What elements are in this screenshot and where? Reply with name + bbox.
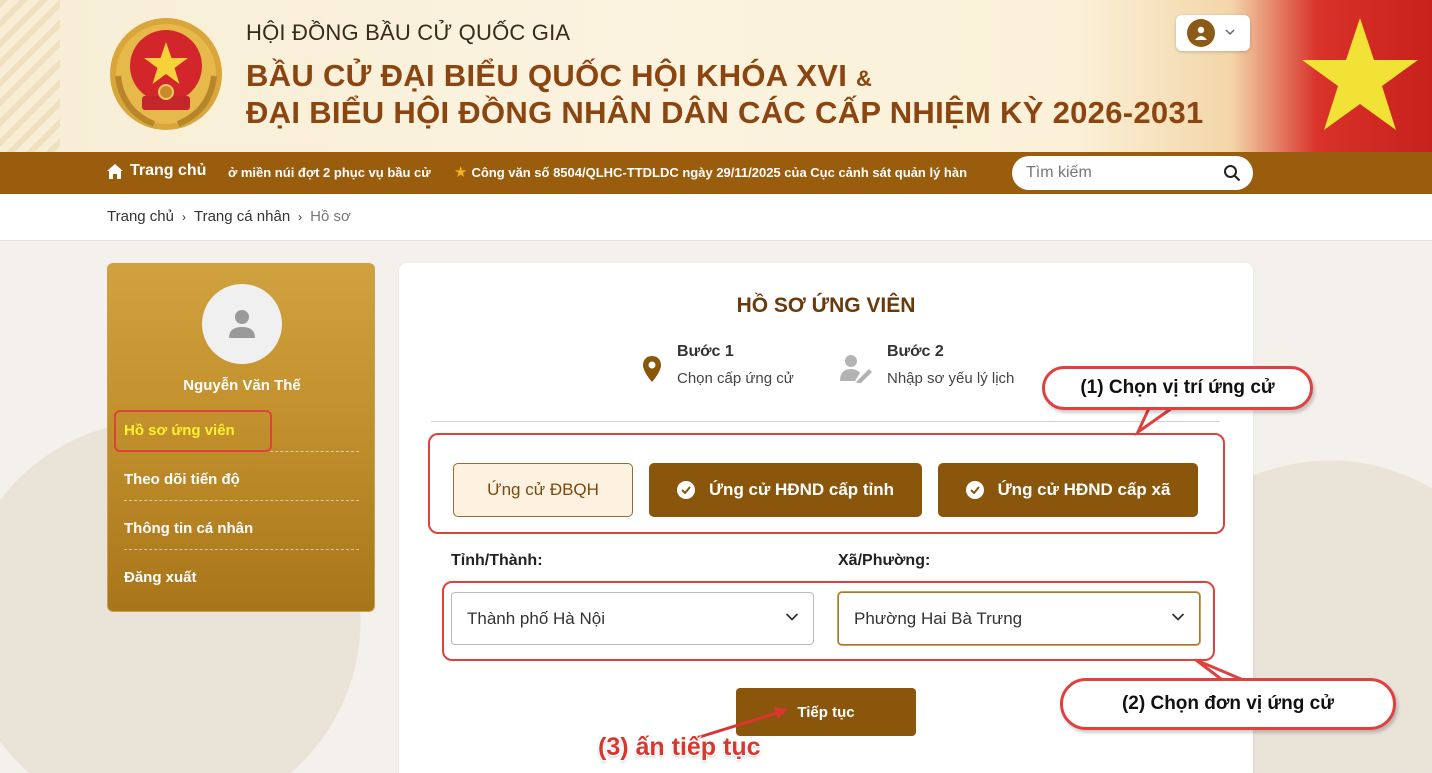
news-ticker: ở miền núi đợt 2 phục vụ bầu cử ★ Công vă… [228,152,980,194]
breadcrumb-bar: Trang chủ › Trang cá nhân › Hồ sơ [0,194,1432,241]
sidebar-item-personal-info[interactable]: Thông tin cá nhân [124,520,359,550]
map-pin-icon [643,356,661,382]
step-1-subtitle: Chọn cấp ứng cử [677,370,794,387]
national-emblem-icon [110,18,222,130]
header-org-title: HỘI ĐỒNG BẦU CỬ QUỐC GIA [246,20,571,45]
star-icon: ★ [454,164,468,181]
annotation-callout-3: (3) ấn tiếp tục [598,733,761,761]
user-icon [229,310,255,338]
page-title: HỒ SƠ ỨNG VIÊN [736,294,916,317]
sidebar-item-progress[interactable]: Theo dõi tiến độ [124,471,359,501]
step-2-title: Bước 2 [887,343,944,360]
flag-star-icon [1302,18,1418,130]
header-title-line1: BẦU CỬ ĐẠI BIỂU QUỐC HỘI KHÓA XVI & [246,58,872,94]
step-1-title: Bước 1 [677,343,734,360]
site-header: HỘI ĐỒNG BẦU CỬ QUỐC GIA BẦU CỬ ĐẠI BIỂU… [0,0,1432,152]
step-1: Bước 1 Chọn cấp ứng cử [641,343,794,387]
sidebar-item-logout[interactable]: Đăng xuất [124,569,359,598]
user-edit-icon [840,355,872,383]
annotation-callout-2: (2) Chọn đơn vị ứng cử [1060,678,1396,730]
step-2-subtitle: Nhập sơ yếu lý lịch [887,370,1015,387]
breadcrumb-home[interactable]: Trang chủ [107,208,174,225]
ward-label: Xã/Phường: [838,552,931,569]
ticker-item-text: Công văn số 8504/QLHC-TTDLDC ngày 29/11/… [471,165,968,180]
chevron-down-icon [1225,28,1235,39]
header-title-line2: ĐẠI BIỂU HỘI ĐỒNG NHÂN DÂN CÁC CẤP NHIỆM… [246,95,1204,130]
step-2: Bước 2 Nhập sơ yếu lý lịch [839,343,1014,387]
header-ampersand: & [856,66,873,91]
breadcrumb: Trang chủ › Trang cá nhân › Hồ sơ [107,208,351,225]
header-title-text: BẦU CỬ ĐẠI BIỂU QUỐC HỘI KHÓA XVI [246,58,848,93]
header-pattern [0,0,60,152]
annotation-callout-1: (1) Chọn vị trí ứng cử [1042,366,1313,410]
annotation-highlight-sidebar [114,410,272,452]
province-label: Tỉnh/Thành: [451,552,543,569]
home-icon [107,163,123,179]
user-icon [1187,19,1215,47]
chevron-right-icon: › [181,209,186,224]
user-menu-button[interactable] [1176,15,1250,51]
search-icon[interactable] [1223,164,1241,182]
ticker-item[interactable]: ★ Công văn số 8504/QLHC-TTDLDC ngày 29/11… [454,152,967,194]
search-box [1012,156,1253,190]
breadcrumb-profile[interactable]: Trang cá nhân [194,208,290,225]
chevron-right-icon: › [298,209,303,224]
user-name: Nguyễn Văn Thế [183,377,301,394]
annotation-highlight-options [428,433,1225,534]
avatar [202,284,282,364]
divider [431,421,1220,422]
search-input[interactable] [1026,164,1216,182]
annotation-highlight-selects [442,581,1215,661]
ticker-item[interactable]: ở miền núi đợt 2 phục vụ bầu cử [228,152,431,194]
breadcrumb-current: Hồ sơ [310,208,351,225]
continue-button[interactable]: Tiếp tục [736,688,916,736]
nav-home-label: Trang chủ [130,162,207,179]
nav-home-link[interactable]: Trang chủ [106,162,206,180]
